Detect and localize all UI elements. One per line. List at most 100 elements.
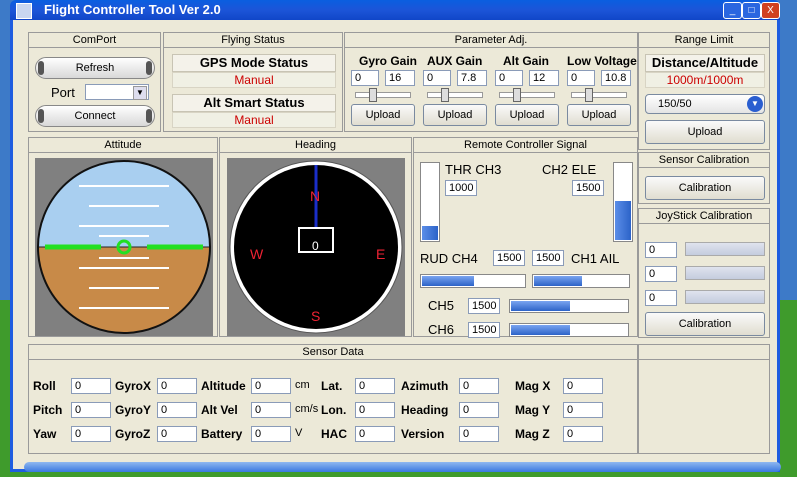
thr-value: 1000 [445,180,477,196]
joystick-value-3: 0 [645,290,677,306]
sensor-label: Version [401,427,445,441]
ele-bar [613,162,633,242]
minimize-button[interactable]: _ [723,2,742,19]
sensor-value: 0 [157,402,197,418]
rud-value: 1500 [493,250,525,266]
alt-smart-value: Manual [172,112,336,128]
sensor-unit: cm/s [295,403,319,415]
aux-gain-slider-thumb[interactable] [441,88,449,102]
low-voltage-label: Low Voltage [567,54,637,68]
sensor-label: Yaw [33,427,57,441]
connect-button[interactable]: Connect [35,105,155,127]
gps-mode-title: GPS Mode Status [172,54,336,72]
low-voltage-min[interactable]: 0 [567,70,595,86]
gyro-gain-value[interactable]: 16 [385,70,415,86]
sensor-data-side-panel [638,344,770,454]
sensor-unit: cm [295,379,310,391]
ch6-bar-fill [511,325,570,335]
ail-value: 1500 [532,250,564,266]
aux-gain-label: AUX Gain [427,54,483,68]
gyro-gain-slider[interactable] [355,92,411,98]
port-select[interactable]: ▼ [85,84,149,100]
ch5-bar [509,299,629,313]
attitude-indicator [35,158,213,336]
title-bar[interactable]: Flight Controller Tool Ver 2.0 _ □ X [10,0,780,20]
range-limit-panel: Range Limit Distance/Altitude 1000m/1000… [638,32,770,150]
joystick-calibration-panel: JoyStick Calibration 0 0 0 Calibration [638,208,770,338]
gyro-gain-upload-button[interactable]: Upload [351,104,415,126]
ch5-label: CH5 [428,298,455,313]
rc-signal-panel: Remote Controller Signal THR CH3 1000 CH… [413,137,638,338]
maximize-button[interactable]: □ [742,2,761,19]
aux-gain-min[interactable]: 0 [423,70,451,86]
gyro-gain-slider-thumb[interactable] [369,88,377,102]
joystick-value-1: 0 [645,242,677,258]
sensor-value: 0 [459,378,499,394]
joystick-calibration-title: JoyStick Calibration [639,209,769,224]
sensor-label: Heading [401,403,449,417]
rud-label: RUD CH4 [420,251,478,266]
aux-gain-slider[interactable] [427,92,483,98]
distance-altitude-value: 1000m/1000m [645,72,765,88]
sensor-value: 0 [563,402,603,418]
sensor-calibration-button[interactable]: Calibration [645,176,765,200]
sensor-calibration-title: Sensor Calibration [639,153,769,168]
range-select[interactable]: 150/50 ▼ [645,94,765,114]
thr-bar [420,162,440,242]
sensor-label: GyroZ [115,427,151,441]
comport-panel: ComPort Refresh Port ▼ Connect [28,32,161,132]
sensor-label: Azimuth [401,379,449,393]
port-label: Port [51,85,75,100]
sensor-label: GyroX [115,379,152,393]
close-button[interactable]: X [761,2,780,19]
low-voltage-value[interactable]: 10.8 [601,70,631,86]
flying-status-title: Flying Status [164,33,342,48]
compass-s: S [311,308,321,324]
alt-gain-control: Alt Gain 0 12 Upload [495,51,561,129]
sensor-value: 0 [563,426,603,442]
joystick-bar-1 [685,242,765,256]
range-upload-button[interactable]: Upload [645,120,765,144]
sensor-data-title: Sensor Data [29,345,637,360]
sensor-label: Pitch [33,403,63,417]
window-title: Flight Controller Tool Ver 2.0 [44,2,221,17]
rud-bar-fill [422,276,474,286]
sensor-value: 0 [355,378,395,394]
ch5-bar-fill [511,301,570,311]
alt-gain-min[interactable]: 0 [495,70,523,86]
sensor-data-panel: Sensor Data Roll 0 GyroX 0 Altitude 0 cm Lat. 0 A… [28,344,638,454]
sensor-label: Mag Z [515,427,550,441]
gyro-gain-control: Gyro Gain 0 16 Upload [351,51,417,129]
aux-gain-value[interactable]: 7.8 [457,70,487,86]
low-voltage-slider[interactable] [571,92,627,98]
alt-gain-upload-button[interactable]: Upload [495,104,559,126]
compass-e: E [376,246,386,262]
joystick-calibration-button[interactable]: Calibration [645,312,765,336]
aux-gain-upload-button[interactable]: Upload [423,104,487,126]
gyro-gain-label: Gyro Gain [359,54,418,68]
gyro-gain-min[interactable]: 0 [351,70,379,86]
sensor-value: 0 [71,378,111,394]
alt-gain-slider-thumb[interactable] [513,88,521,102]
alt-smart-title: Alt Smart Status [172,94,336,112]
sensor-value: 0 [355,426,395,442]
ch6-value: 1500 [468,322,500,338]
app-icon [16,3,32,19]
parameter-adj-title: Parameter Adj. [345,33,637,48]
range-limit-title: Range Limit [639,33,769,48]
thr-bar-fill [422,225,438,240]
low-voltage-upload-button[interactable]: Upload [567,104,631,126]
alt-gain-slider[interactable] [499,92,555,98]
compass-w: W [250,246,264,262]
parameter-adj-panel: Parameter Adj. Gyro Gain 0 16 Upload AUX… [344,32,638,132]
alt-gain-value[interactable]: 12 [529,70,559,86]
sensor-value: 0 [157,378,197,394]
low-voltage-slider-thumb[interactable] [585,88,593,102]
distance-altitude-title: Distance/Altitude [645,54,765,72]
ele-value: 1500 [572,180,604,196]
chevron-down-icon: ▼ [133,86,147,100]
compass-n: N [310,188,321,204]
refresh-button[interactable]: Refresh [35,57,155,79]
sensor-value: 0 [251,378,291,394]
sensor-unit: V [295,427,303,439]
